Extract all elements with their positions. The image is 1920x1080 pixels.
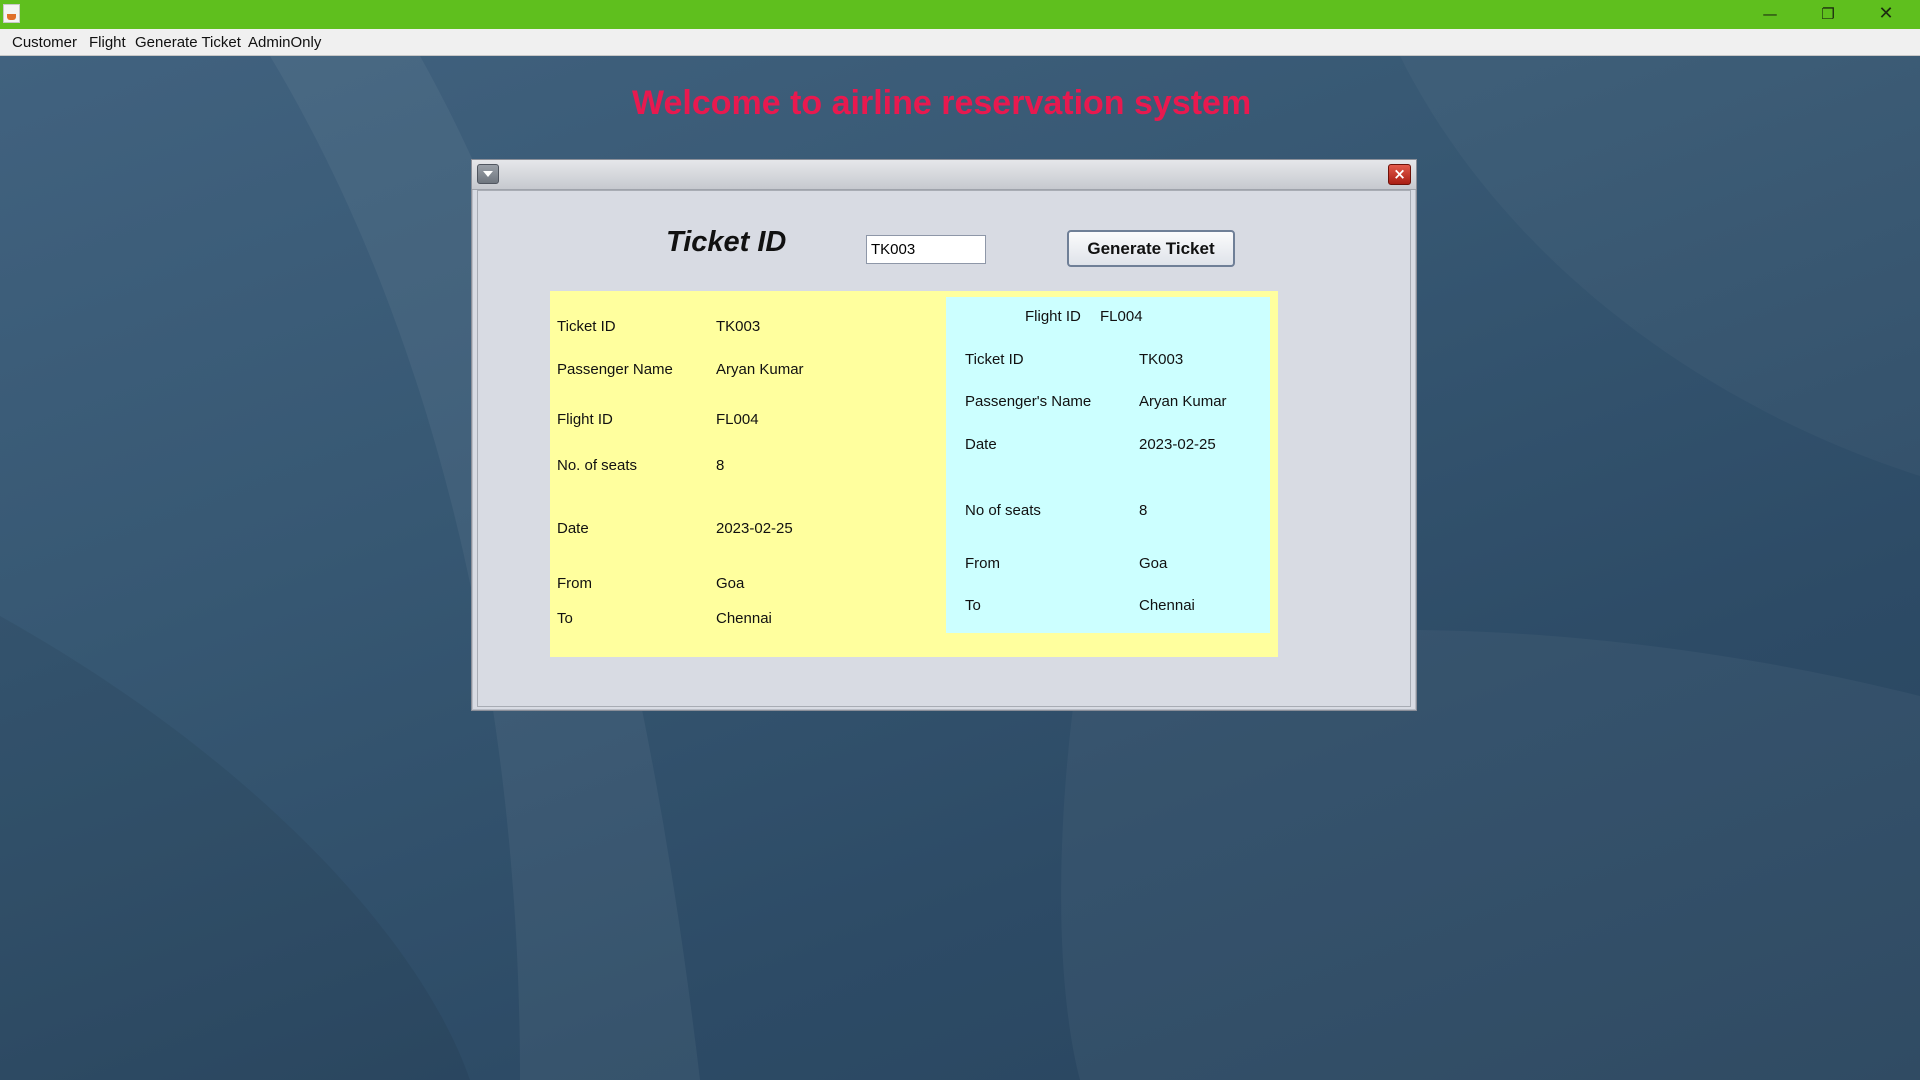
welcome-heading: Welcome to airline reservation system [632, 84, 1252, 122]
stub-from-label: From [965, 555, 1000, 572]
from-label: From [557, 575, 592, 592]
passenger-name-label: Passenger Name [557, 361, 673, 378]
stub-to-value: Chennai [1139, 597, 1195, 614]
java-app-icon [3, 4, 20, 23]
from-value: Goa [716, 575, 745, 592]
stub-seats-label: No of seats [965, 502, 1041, 519]
ticket-id-label: Ticket ID [557, 318, 616, 335]
to-label: To [557, 610, 573, 627]
flight-id-label: Flight ID [557, 411, 613, 428]
menu-generate-ticket[interactable]: Generate Ticket [135, 34, 241, 51]
stub-flight-id-label: Flight ID [1025, 308, 1081, 325]
frame-title-bar[interactable]: × [472, 160, 1416, 190]
ticket-stub-panel [946, 297, 1270, 633]
menu-bar: Customer Flight Generate Ticket AdminOnl… [0, 29, 1920, 56]
seats-value: 8 [716, 457, 725, 474]
chevron-down-icon[interactable] [477, 164, 499, 184]
ticket-id-value: TK003 [716, 318, 761, 335]
close-window-button[interactable]: ✕ [1857, 0, 1915, 29]
menu-customer[interactable]: Customer [12, 34, 77, 51]
stub-passenger-value: Aryan Kumar [1139, 393, 1227, 410]
flight-id-value: FL004 [716, 411, 759, 428]
menu-flight[interactable]: Flight [89, 34, 126, 51]
date-value: 2023-02-25 [716, 520, 793, 537]
ticket-id-heading: Ticket ID [666, 226, 787, 258]
stub-date-value: 2023-02-25 [1139, 436, 1216, 453]
stub-from-value: Goa [1139, 555, 1168, 572]
minimize-button[interactable]: — [1741, 0, 1799, 29]
stub-ticket-id-value: TK003 [1139, 351, 1184, 368]
window-title-bar[interactable]: — ❐ ✕ [0, 0, 1920, 29]
menu-admin-only[interactable]: AdminOnly [248, 34, 321, 51]
passenger-name-value: Aryan Kumar [716, 361, 804, 378]
seats-label: No. of seats [557, 457, 638, 474]
date-label: Date [557, 520, 589, 537]
to-value: Chennai [716, 610, 772, 627]
stub-flight-id-value: FL004 [1100, 308, 1143, 325]
generate-ticket-button[interactable]: Generate Ticket [1067, 230, 1235, 267]
maximize-button[interactable]: ❐ [1799, 0, 1857, 29]
stub-date-label: Date [965, 436, 997, 453]
stub-to-label: To [965, 597, 981, 614]
stub-passenger-label: Passenger's Name [965, 393, 1092, 410]
close-icon[interactable]: × [1388, 164, 1411, 185]
ticket-id-input[interactable] [866, 235, 986, 264]
stub-ticket-id-label: Ticket ID [965, 351, 1024, 368]
stub-seats-value: 8 [1139, 502, 1148, 519]
